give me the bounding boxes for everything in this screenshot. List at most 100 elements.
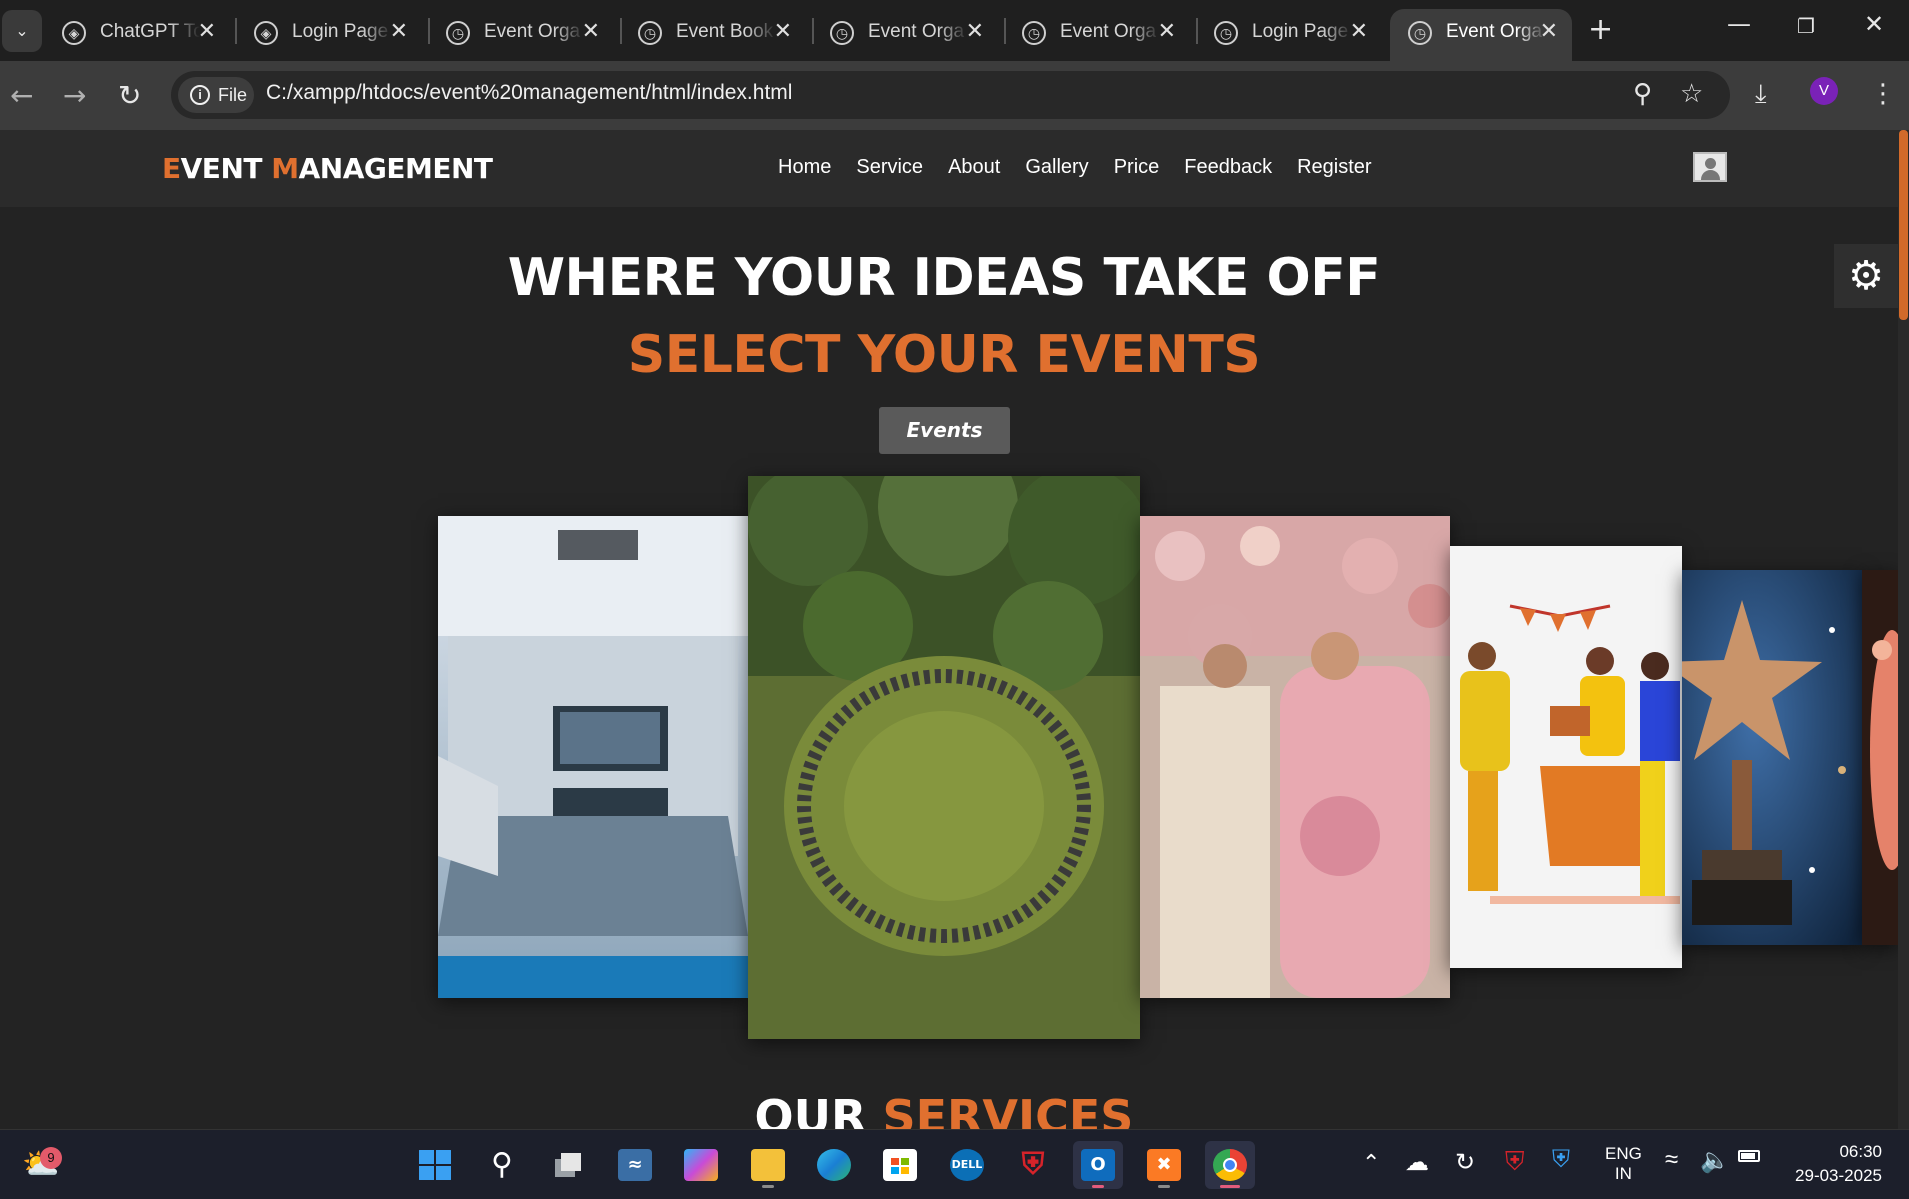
close-tab-icon[interactable]: ✕ <box>966 18 984 44</box>
taskbar-app-edge[interactable] <box>809 1141 859 1189</box>
outdoor-circle-gathering-photo[interactable] <box>748 476 1140 1039</box>
nav-price[interactable]: Price <box>1114 156 1160 179</box>
logo-letter: M <box>271 152 299 185</box>
taskbar-app-outlook[interactable]: O <box>1073 1141 1123 1189</box>
browser-tab[interactable]: ◷ Event Orga ✕ <box>428 9 614 61</box>
bookmark-star-icon[interactable]: ☆ <box>1680 79 1703 109</box>
hero-subtitle: SELECT YOUR EVENTS <box>627 325 1261 385</box>
nav-about[interactable]: About <box>948 156 1000 179</box>
nav-register[interactable]: Register <box>1297 156 1371 179</box>
zoom-icon[interactable]: ⚲ <box>1633 79 1652 109</box>
browser-tab[interactable]: ◷ Event Orga ✕ <box>1004 9 1190 61</box>
mcafee-icon: ⛨ <box>1021 1147 1045 1182</box>
conference-room-photo[interactable] <box>438 516 748 998</box>
taskbar-app-chrome[interactable] <box>1205 1141 1255 1189</box>
globe-icon: ◷ <box>1022 21 1046 45</box>
tab-title: Event Orga <box>868 21 965 42</box>
clock[interactable]: 06:30 29-03-2025 <box>1782 1142 1882 1186</box>
nav-feedback[interactable]: Feedback <box>1184 156 1272 179</box>
browser-tab[interactable]: ◷ Event Orga ✕ <box>812 9 998 61</box>
forward-icon[interactable]: → <box>63 79 86 112</box>
nav-gallery[interactable]: Gallery <box>1025 156 1088 179</box>
taskbar-task-view[interactable] <box>543 1141 593 1189</box>
windows-start-icon <box>419 1150 451 1180</box>
back-icon[interactable]: ← <box>10 79 33 112</box>
windows-taskbar: ⛅ 9 ⚲ ≈ DELL ⛨ O ✖ ⌃ ☁ ↻ ⛨ ⛨ ENG IN ≈ 🔈 … <box>0 1129 1909 1199</box>
wedding-couple-photo[interactable] <box>1140 516 1450 998</box>
browser-tab[interactable]: ◈ ChatGPT To ✕ <box>44 9 230 61</box>
restore-icon[interactable]: ❐ <box>1797 14 1815 38</box>
award-trophy-photo[interactable] <box>1682 570 1862 945</box>
reload-icon[interactable]: ↻ <box>118 79 141 112</box>
folder-icon <box>751 1149 785 1181</box>
edge-icon <box>817 1149 851 1181</box>
tab-search-button[interactable]: ⌄ <box>2 10 42 52</box>
close-tab-icon[interactable]: ✕ <box>1158 18 1176 44</box>
birthday-party-illustration[interactable] <box>1450 546 1682 968</box>
nav-service[interactable]: Service <box>856 156 923 179</box>
close-tab-icon[interactable]: ✕ <box>1350 18 1368 44</box>
profile-avatar[interactable]: V <box>1810 77 1838 105</box>
show-hidden-icons-chevron-icon[interactable]: ⌃ <box>1362 1150 1380 1176</box>
taskbar-app-mcafee[interactable]: ⛨ <box>1008 1141 1058 1189</box>
browser-tab-active[interactable]: ◷ Event Orga ✕ <box>1390 9 1572 61</box>
volume-icon[interactable]: 🔈 <box>1700 1146 1730 1175</box>
browser-tab[interactable]: ◈ Login Page ✕ <box>236 9 422 61</box>
taskbar-app-python[interactable]: ≈ <box>610 1141 660 1189</box>
python-icon: ≈ <box>618 1149 652 1181</box>
download-icon[interactable]: ⤓ <box>1755 79 1767 110</box>
mcafee-tray-icon[interactable]: ⛨ <box>1505 1146 1525 1178</box>
browser-tab[interactable]: ◷ Login Page ✕ <box>1196 9 1382 61</box>
url-text[interactable]: C:/xampp/htdocs/event%20management/html/… <box>266 81 792 105</box>
taskbar-search[interactable]: ⚲ <box>477 1141 527 1189</box>
security-shield-icon[interactable]: ⛨ <box>1552 1146 1570 1174</box>
taskbar-app-file-explorer[interactable] <box>743 1141 793 1189</box>
globe-icon: ◷ <box>638 21 662 45</box>
logo-letter: E <box>162 152 181 185</box>
running-indicator <box>1220 1185 1240 1188</box>
language-indicator[interactable]: ENG IN <box>1605 1144 1642 1184</box>
main-nav: Home Service About Gallery Price Feedbac… <box>778 156 1372 179</box>
task-view-icon <box>551 1149 585 1181</box>
user-avatar[interactable] <box>1693 152 1727 182</box>
weather-widget[interactable]: ⛅ 9 <box>14 1141 64 1189</box>
close-tab-icon[interactable]: ✕ <box>198 18 216 44</box>
info-icon: i <box>190 85 210 105</box>
wifi-icon[interactable]: ≈ <box>1665 1146 1678 1174</box>
close-tab-icon[interactable]: ✕ <box>390 18 408 44</box>
taskbar-app-store[interactable] <box>875 1141 925 1189</box>
menu-kebab-icon[interactable]: ⋮ <box>1870 79 1896 109</box>
sync-icon[interactable]: ↻ <box>1455 1148 1475 1177</box>
language-code: ENG <box>1605 1144 1642 1163</box>
taskbar-app-copilot[interactable] <box>676 1141 726 1189</box>
start-button[interactable] <box>410 1141 460 1189</box>
site-logo[interactable]: EVENT MANAGEMENT <box>162 152 493 185</box>
battery-icon[interactable] <box>1738 1150 1760 1162</box>
close-tab-icon[interactable]: ✕ <box>774 18 792 44</box>
chrome-icon <box>1213 1149 1247 1181</box>
close-tab-icon[interactable]: ✕ <box>1540 18 1558 44</box>
address-bar[interactable]: i File C:/xampp/htdocs/event%20managemen… <box>171 71 1730 119</box>
site-info-chip[interactable]: i File <box>178 77 254 113</box>
browser-tab[interactable]: ◷ Event Book ✕ <box>620 9 806 61</box>
taskbar-app-dell[interactable]: DELL <box>942 1141 992 1189</box>
clock-date: 29-03-2025 <box>1795 1166 1882 1185</box>
services-heading-word: OUR <box>754 1090 883 1129</box>
logo-word: VENT <box>180 152 272 185</box>
region-code: IN <box>1614 1164 1632 1183</box>
scrollbar-thumb[interactable] <box>1899 130 1908 320</box>
nav-home[interactable]: Home <box>778 156 831 179</box>
openai-icon: ◈ <box>62 21 86 45</box>
new-tab-icon[interactable]: + <box>1588 12 1613 47</box>
web-page: EVENT MANAGEMENT Home Service About Gall… <box>0 130 1898 1129</box>
close-tab-icon[interactable]: ✕ <box>582 18 600 44</box>
partial-event-photo[interactable] <box>1862 570 1898 945</box>
page-scrollbar[interactable] <box>1898 130 1909 1129</box>
close-window-icon[interactable]: ✕ <box>1864 10 1884 38</box>
events-button[interactable]: Events <box>879 407 1010 454</box>
copilot-icon <box>684 1149 718 1181</box>
services-heading-accent: SERVICES <box>882 1090 1134 1129</box>
minimize-icon[interactable]: — <box>1727 10 1751 38</box>
onedrive-icon[interactable]: ☁ <box>1405 1148 1429 1177</box>
taskbar-app-xampp[interactable]: ✖ <box>1139 1141 1189 1189</box>
